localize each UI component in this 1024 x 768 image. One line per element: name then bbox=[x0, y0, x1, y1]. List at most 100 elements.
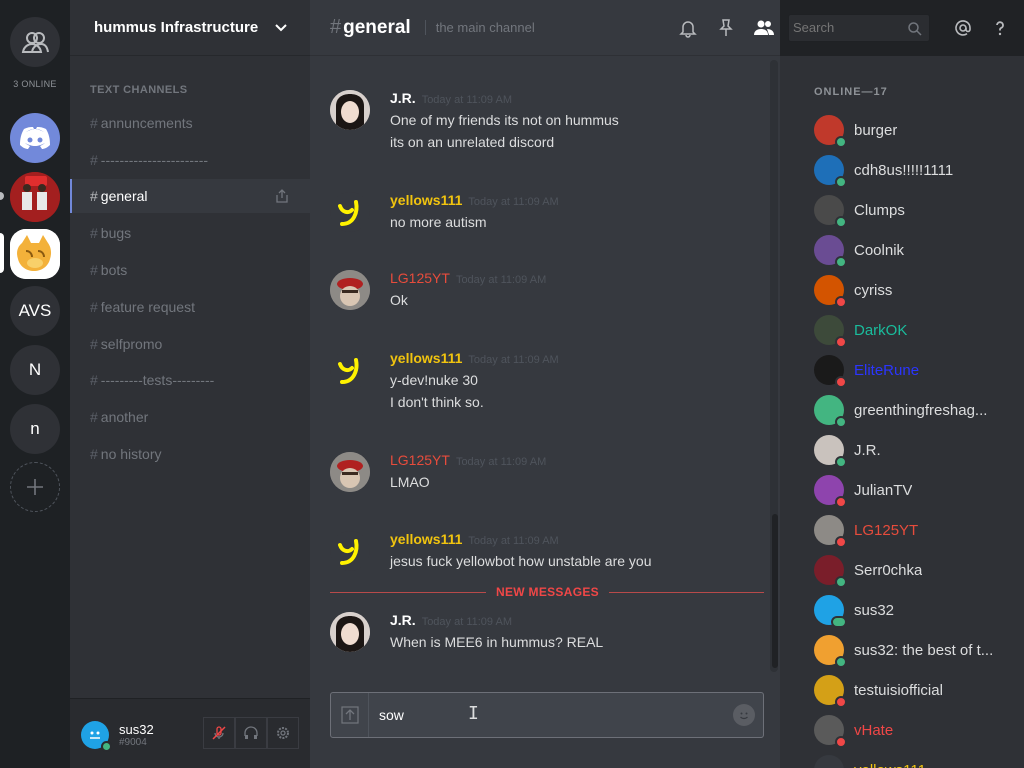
pinned-messages-button[interactable] bbox=[714, 16, 738, 40]
member-name: J.R. bbox=[854, 441, 881, 459]
server-hummus-infrastructure[interactable] bbox=[10, 229, 60, 279]
user-panel: sus32 #9004 bbox=[70, 698, 310, 768]
deafen-button[interactable] bbox=[235, 717, 267, 749]
avatar[interactable] bbox=[330, 452, 370, 492]
server-n-lower[interactable]: n bbox=[10, 404, 60, 454]
hash-icon: # bbox=[90, 225, 98, 241]
channel-topic: the main channel bbox=[424, 20, 535, 35]
member-item[interactable]: greenthingfreshag... bbox=[814, 392, 1014, 428]
message-author[interactable]: yellows111 bbox=[390, 350, 462, 366]
avatar[interactable] bbox=[330, 90, 370, 130]
invite-icon[interactable] bbox=[274, 188, 290, 204]
avatar[interactable] bbox=[81, 721, 112, 752]
member-item[interactable]: Serr0chka bbox=[814, 552, 1014, 588]
avatar bbox=[814, 275, 847, 308]
status-dot bbox=[835, 376, 847, 388]
member-item[interactable]: cdh8us!!!!!1111 bbox=[814, 152, 1014, 188]
new-messages-label[interactable]: NEW MESSAGES bbox=[486, 585, 609, 599]
member-item[interactable]: burger bbox=[814, 112, 1014, 148]
server-avs[interactable]: AVS bbox=[10, 286, 60, 336]
channel-annuncements[interactable]: # annuncements bbox=[70, 106, 310, 140]
server-n-upper[interactable]: N bbox=[10, 345, 60, 395]
message-text: Ok bbox=[390, 292, 408, 308]
channel-general[interactable]: # general bbox=[70, 179, 310, 213]
add-server-button[interactable] bbox=[10, 462, 60, 512]
server-youtube[interactable] bbox=[10, 172, 60, 222]
hash-icon: # bbox=[90, 299, 98, 315]
member-name: vHate bbox=[854, 721, 894, 739]
avatar bbox=[814, 435, 847, 468]
member-item[interactable]: LG125YT bbox=[814, 512, 1014, 548]
message-author[interactable]: LG125YT bbox=[390, 452, 450, 468]
message-author[interactable]: yellows111 bbox=[390, 192, 462, 208]
hash-icon: # bbox=[90, 409, 98, 425]
member-item[interactable]: J.R. bbox=[814, 432, 1014, 468]
channel-separator-1[interactable]: # ----------------------- bbox=[70, 143, 310, 177]
member-item[interactable]: cyriss bbox=[814, 272, 1014, 308]
scrollbar-thumb[interactable] bbox=[772, 514, 778, 668]
avatar[interactable] bbox=[330, 612, 370, 652]
member-name: cdh8us!!!!!1111 bbox=[854, 161, 954, 179]
status-dot bbox=[835, 536, 847, 548]
member-item[interactable]: EliteRune bbox=[814, 352, 1014, 388]
message-author[interactable]: yellows111 bbox=[390, 531, 462, 547]
message-composer: I bbox=[330, 692, 764, 738]
member-list-button[interactable] bbox=[752, 16, 776, 40]
hash-icon: # bbox=[90, 152, 98, 168]
avatar bbox=[814, 755, 844, 768]
server-rail: 3 ONLINE AVS N n bbox=[0, 0, 70, 768]
channel-selfpromo[interactable]: # selfpromo bbox=[70, 327, 310, 361]
member-item[interactable]: sus32: the best of t... bbox=[814, 632, 1014, 668]
chat-area: # general the main channel J.R. Today at … bbox=[310, 0, 780, 768]
member-item[interactable]: testuisiofficial bbox=[814, 672, 1014, 708]
server-discord-api[interactable] bbox=[10, 113, 60, 163]
member-item[interactable]: yellows111 bbox=[814, 752, 1014, 768]
notifications-button[interactable] bbox=[676, 16, 700, 40]
member-item[interactable]: DarkOK bbox=[814, 312, 1014, 348]
avatar[interactable] bbox=[330, 350, 370, 390]
help-button[interactable] bbox=[988, 16, 1012, 40]
member-item[interactable]: Clumps bbox=[814, 192, 1014, 228]
message-author[interactable]: J.R. bbox=[390, 90, 416, 106]
member-name: LG125YT bbox=[854, 521, 919, 539]
member-item[interactable]: JulianTV bbox=[814, 472, 1014, 508]
channel-bugs[interactable]: # bugs bbox=[70, 216, 310, 250]
status-dot bbox=[835, 736, 847, 748]
friends-home-button[interactable] bbox=[10, 17, 60, 67]
channel-bots[interactable]: # bots bbox=[70, 253, 310, 287]
settings-button[interactable] bbox=[267, 717, 299, 749]
avatar[interactable] bbox=[330, 531, 370, 571]
member-item[interactable]: Coolnik bbox=[814, 232, 1014, 268]
member-item[interactable]: sus32 bbox=[814, 592, 1014, 628]
avatar[interactable] bbox=[330, 270, 370, 310]
message-author[interactable]: J.R. bbox=[390, 612, 416, 628]
channel-title: general bbox=[343, 16, 411, 38]
channel-feature-request[interactable]: # feature request bbox=[70, 290, 310, 324]
emoji-icon bbox=[740, 712, 748, 720]
avatar[interactable] bbox=[330, 192, 370, 232]
guild-header[interactable]: hummus Infrastructure bbox=[70, 0, 310, 56]
channel-no-history[interactable]: # no history bbox=[70, 437, 310, 471]
yellows-avatar-icon bbox=[338, 358, 359, 384]
unread-indicator bbox=[0, 192, 4, 200]
message-timestamp: Today at 11:09 AM bbox=[455, 274, 547, 286]
upload-icon bbox=[340, 706, 359, 724]
channel-another[interactable]: # another bbox=[70, 400, 310, 434]
search-box[interactable] bbox=[788, 14, 930, 42]
hash-icon: # bbox=[90, 372, 98, 388]
member-name: testuisiofficial bbox=[854, 681, 943, 699]
avatar bbox=[814, 235, 847, 268]
hash-icon: # bbox=[90, 262, 98, 278]
channel-tests-separator[interactable]: # ---------tests--------- bbox=[70, 363, 310, 397]
mute-button[interactable] bbox=[203, 717, 235, 749]
username: sus32 bbox=[119, 722, 154, 737]
category-text-channels[interactable]: TEXT CHANNELS bbox=[90, 84, 187, 96]
message-timestamp: Today at 11:09 AM bbox=[468, 196, 559, 208]
emoji-button[interactable] bbox=[733, 704, 755, 726]
message-author[interactable]: LG125YT bbox=[390, 270, 450, 286]
mentions-button[interactable] bbox=[951, 16, 975, 40]
upload-button[interactable] bbox=[331, 693, 369, 737]
search-input[interactable] bbox=[793, 20, 903, 35]
message-input[interactable] bbox=[379, 703, 719, 727]
member-item[interactable]: vHate bbox=[814, 712, 1014, 748]
